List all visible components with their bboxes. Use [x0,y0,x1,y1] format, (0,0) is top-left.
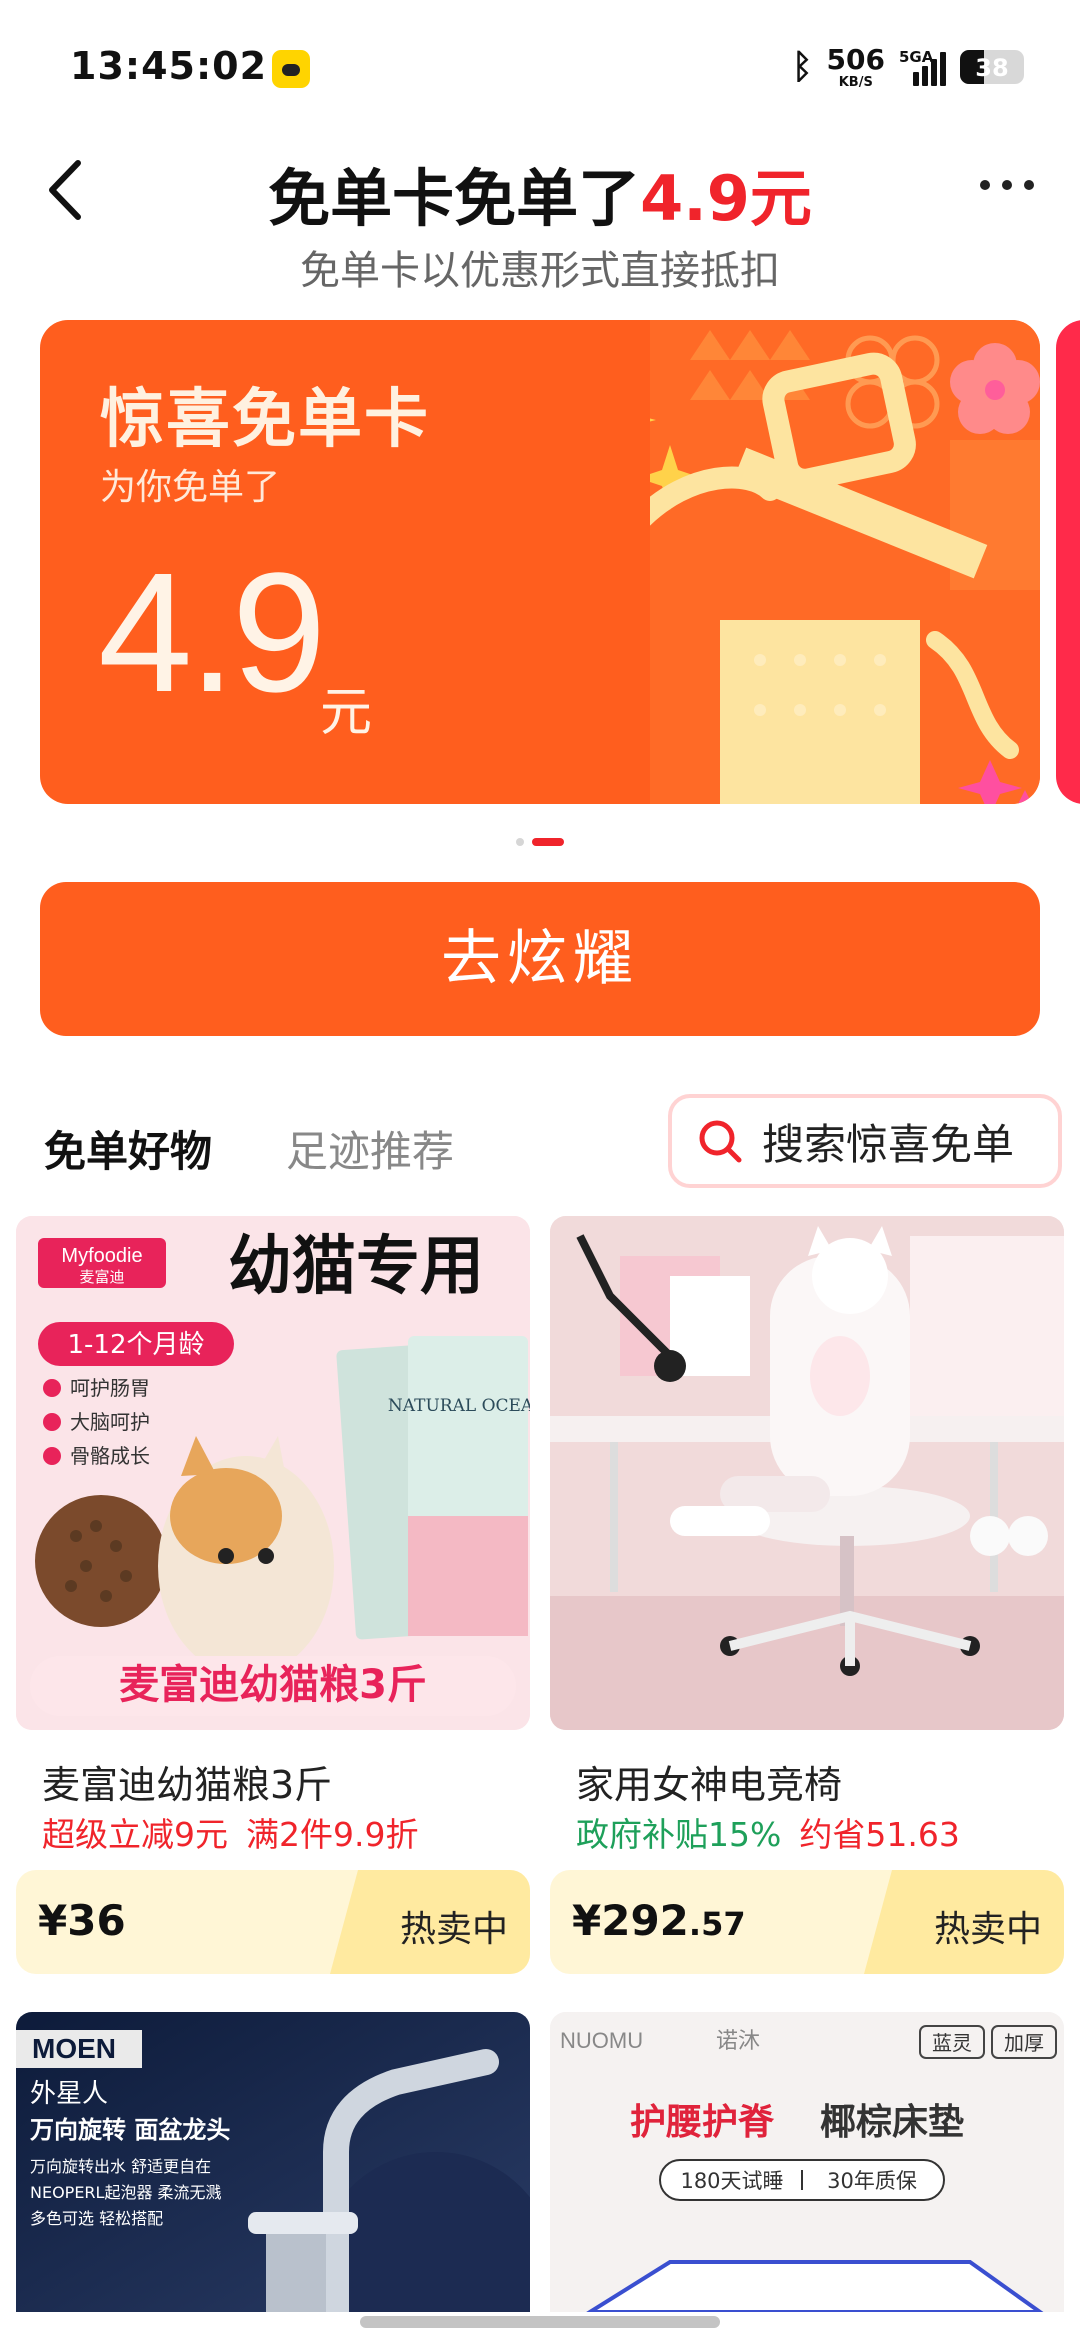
line-3: 万向旋转出水 舒适更自在 [30,2157,211,2176]
line-4: NEOPERL起泡器 柔流无溅 [30,2183,222,2202]
guarantee: 30年质保 [827,2169,917,2193]
product-card-gaming-chair[interactable]: 家用女神电竞椅 政府补贴15% 约省51.63 ¥292.57 热卖中 [550,1216,1064,1976]
image-footer: 麦富迪幼猫粮3斤 [119,1662,427,1708]
status-bar: 13:45:02 ᛒ 506 KB/S 5GA 38 [0,0,1080,130]
card-label: 惊喜免单卡 [100,383,430,457]
benefit-1: 呵护肠胃 [70,1376,150,1400]
tab-history-recommend[interactable]: 足迹推荐 [286,1118,454,1179]
product-name[interactable]: 家用女神电竞椅 [576,1754,842,1809]
card-subtitle: 为你免单了 [100,467,281,508]
brand-cn: 麦富迪 [79,1268,124,1286]
currency-symbol: ¥ [572,1896,602,1945]
price-integer: 36 [67,1896,126,1945]
brand-en: Myfoodie [61,1245,142,1267]
signal-label: 5GA [899,48,934,66]
product-image[interactable] [550,1216,1064,1730]
page-subtitle: 免单卡以优惠形式直接抵扣 [300,248,780,294]
carousel-dot-active[interactable] [532,838,564,846]
gift-illustration [650,320,1040,804]
line-2: 万向旋转 面盆龙头 [30,2116,230,2144]
more-options-icon[interactable] [972,170,1042,200]
product-promos: 政府补贴15% 约省51.63 [576,1808,960,1856]
network-speed-unit: KB/S [838,74,873,90]
search-box[interactable]: 搜索惊喜免单 [668,1094,1062,1188]
bluetooth-icon: ᛒ [792,47,813,87]
headline-dark: 椰棕床垫 [820,2102,964,2143]
next-card-peek[interactable] [1056,320,1080,804]
guarantee: 180天试睡 [680,2169,783,2193]
network-speed-value: 506 [826,42,885,76]
battery-level: 38 [975,54,1009,82]
battery-icon: 38 [960,50,1024,84]
brand: NUOMU [560,2028,643,2053]
line-1: 外星人 [30,2079,108,2109]
price-bar[interactable]: ¥292.57 热卖中 [550,1870,1064,1974]
network-speed: 506 KB/S [826,42,885,90]
brand: MOEN [32,2033,116,2064]
price-bar[interactable]: ¥36 热卖中 [16,1870,530,1974]
show-off-button[interactable]: 去炫耀 [40,882,1040,1036]
hot-sale-tag: 热卖中 [933,1909,1042,1950]
benefit-2: 大脑呵护 [70,1410,150,1434]
package-text: NATURAL OCEAN [388,1396,530,1416]
hot-sale-tag: 热卖中 [399,1909,508,1950]
headline-red: 护腰护脊 [630,2102,775,2143]
card-unit: 元 [320,683,373,743]
carousel-indicator [0,838,1080,846]
title-amount: 4.9元 [640,162,812,235]
carousel-dot[interactable] [516,838,524,846]
product-card-mattress[interactable]: NUOMU 诺沐 蓝灵 加厚 护腰护脊 椰棕床垫 180天试睡 30年质保 [550,2012,1064,2312]
benefit-3: 骨骼成长 [70,1444,150,1468]
line-5: 多色可选 轻松搭配 [30,2209,163,2228]
age-badge: 1-12个月龄 [67,1330,204,1360]
search-placeholder: 搜索惊喜免单 [762,1119,1015,1169]
promo-tag: 满2件9.9折 [246,1815,419,1854]
price-decimal: .57 [688,1905,746,1943]
product-card-faucet[interactable]: MOEN 外星人 万向旋转 面盆龙头 万向旋转出水 舒适更自在 NEOPERL起… [16,2012,530,2312]
page-title: 免单卡免单了4.9元 [0,148,1080,238]
product-price: ¥292.57 [572,1896,746,1945]
image-headline: 幼猫专用 [228,1230,484,1304]
badge: 蓝灵 [932,2031,972,2055]
signal-icon: 5GA [899,48,946,86]
page: 13:45:02 ᛒ 506 KB/S 5GA 38 免单卡免单了4.9元 免单… [0,0,1080,2352]
home-indicator[interactable] [360,2316,720,2328]
badge: 加厚 [1004,2031,1044,2055]
product-price: ¥36 [38,1896,126,1945]
price-integer: 292 [601,1896,689,1945]
app-notification-icon [272,50,310,88]
tab-free-goods[interactable]: 免单好物 [44,1118,212,1179]
free-order-card[interactable]: 惊喜免单卡 为你免单了 4.9 元 [40,320,1040,804]
promo-tag: 约省51.63 [799,1815,960,1854]
status-icons: ᛒ 506 KB/S 5GA 38 [792,44,1024,90]
currency-symbol: ¥ [38,1896,68,1945]
promo-tag: 超级立减9元 [42,1815,228,1854]
product-name[interactable]: 麦富迪幼猫粮3斤 [42,1754,332,1809]
search-icon [699,1120,742,1163]
card-amount: 4.9 [98,538,326,728]
status-time: 13:45:02 [70,44,268,88]
product-promos: 超级立减9元 满2件9.9折 [42,1808,418,1856]
product-card-cat-food[interactable]: Myfoodie 麦富迪 幼猫专用 1-12个月龄 呵护肠胃 大脑呵护 骨骼成长 [16,1216,530,1976]
title-main: 免单卡免单了 [268,162,641,235]
promo-tag: 政府补贴15% [576,1815,782,1854]
brand-cn: 诺沐 [716,2029,760,2054]
product-image[interactable]: Myfoodie 麦富迪 幼猫专用 1-12个月龄 呵护肠胃 大脑呵护 骨骼成长 [16,1216,530,1730]
